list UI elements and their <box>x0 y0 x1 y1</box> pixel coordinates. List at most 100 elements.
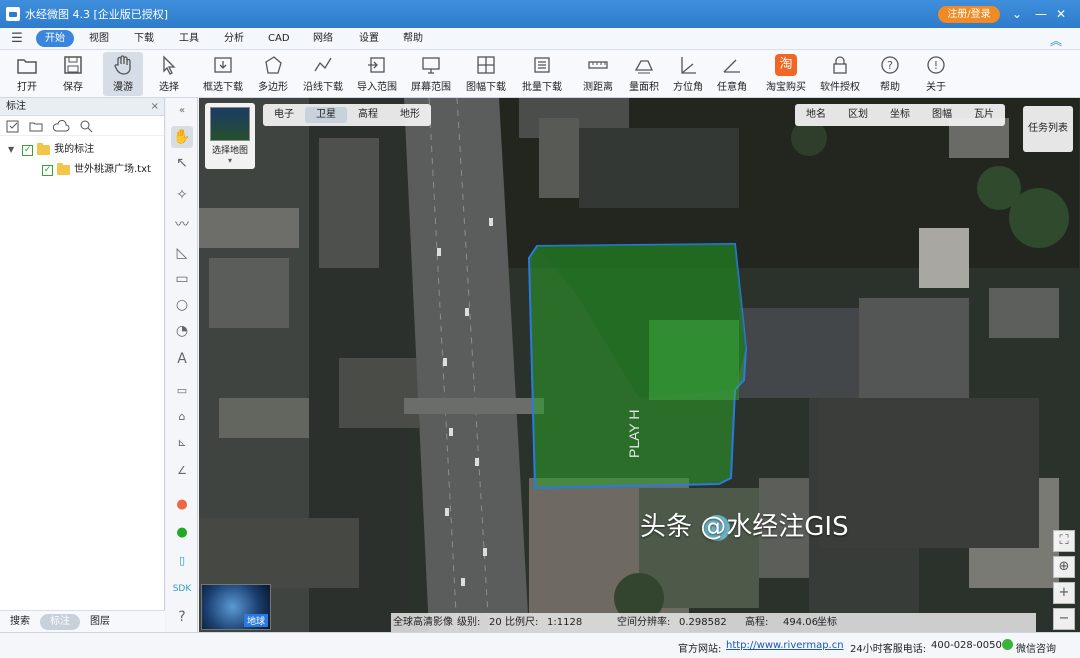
minimize-icon[interactable]: — <box>1032 5 1050 23</box>
point-marker-icon[interactable]: ✧ <box>171 184 193 206</box>
help-circle-icon[interactable]: ? <box>171 606 193 628</box>
new-annotation-icon[interactable] <box>6 119 20 133</box>
locate-icon[interactable]: ⊕ <box>1053 556 1075 578</box>
title-bar: 水经微图 4.3 [企业版已授权] 注册/登录 ⌄ — ✕ <box>0 0 1080 28</box>
task-list-button[interactable]: 任务列表 <box>1023 106 1073 152</box>
overlay-tab-sheet[interactable]: 图幅 <box>921 107 963 123</box>
sdk-icon[interactable]: SDK <box>171 578 193 600</box>
license-button[interactable]: 软件授权 <box>818 52 862 96</box>
sector-tool-icon[interactable]: ◔ <box>171 320 193 342</box>
about-button[interactable]: ! 关于 <box>920 52 952 96</box>
layer-tab-electronic[interactable]: 电子 <box>263 107 305 123</box>
menu-start[interactable]: 开始 <box>36 30 74 47</box>
menu-view[interactable]: 视图 <box>80 30 118 47</box>
globe-minimap[interactable]: 地球 <box>201 584 271 630</box>
close-icon[interactable]: ✕ <box>1052 5 1070 23</box>
ruler-tool-icon[interactable]: ▭ <box>171 380 193 402</box>
any-angle-button[interactable]: 任意角 <box>714 52 750 96</box>
line-tool-icon[interactable]: 〰 <box>171 214 193 236</box>
box-download-button[interactable]: 框选下载 <box>200 52 246 96</box>
tab-layers[interactable]: 图层 <box>80 614 120 630</box>
pointer-tool-icon[interactable]: ↖ <box>171 152 193 174</box>
close-panel-icon[interactable]: × <box>151 98 159 116</box>
menu-cad[interactable]: CAD <box>259 30 299 47</box>
hand-tool-icon[interactable]: ✋ <box>171 126 193 148</box>
window-title: 水经微图 4.3 [企业版已授权] <box>25 8 169 21</box>
website-link[interactable]: http://www.rivermap.cn <box>726 640 844 651</box>
screen-range-button[interactable]: 屏幕范围 <box>410 52 452 96</box>
tab-annotation[interactable]: 标注 <box>40 613 80 630</box>
hotline-label: 24小时客服电话: <box>850 644 927 655</box>
file-checkbox[interactable]: ✓ <box>42 164 53 176</box>
batch-download-button[interactable]: 批量下载 <box>520 52 564 96</box>
tree-node-file[interactable]: ✓ 世外桃源广场.txt <box>0 160 164 180</box>
measure-distance-button[interactable]: 测距离 <box>580 52 616 96</box>
open-button[interactable]: 打开 <box>8 52 46 96</box>
azimuth-button[interactable]: 方位角 <box>670 52 706 96</box>
menu-download[interactable]: 下载 <box>125 30 163 47</box>
overlay-tab-tile[interactable]: 瓦片 <box>963 107 1005 123</box>
circle-tool-icon[interactable]: ○ <box>171 294 193 316</box>
text-tool-icon[interactable]: A <box>171 348 193 370</box>
area-tool-icon[interactable]: ◺ <box>171 242 193 264</box>
save-icon <box>62 54 84 76</box>
polyline-icon <box>312 54 334 76</box>
menu-settings[interactable]: 设置 <box>350 30 388 47</box>
elevation-value: 494.06 <box>783 617 818 628</box>
polygon-button[interactable]: 多边形 <box>255 52 291 96</box>
measure-area-button[interactable]: 量面积 <box>626 52 662 96</box>
layer-tab-terrain[interactable]: 地形 <box>389 107 431 123</box>
sheet-download-button[interactable]: 图幅下载 <box>464 52 508 96</box>
layer-tab-elevation[interactable]: 高程 <box>347 107 389 123</box>
box-download-icon <box>212 54 234 76</box>
line-download-button[interactable]: 沿线下载 <box>302 52 344 96</box>
taobao-buy-button[interactable]: 淘 淘宝购买 <box>764 52 808 96</box>
root-checkbox[interactable]: ✓ <box>22 144 34 156</box>
rectangle-tool-icon[interactable]: ▭ <box>171 268 193 290</box>
fullscreen-icon[interactable]: ⛶ <box>1053 530 1075 552</box>
menu-help[interactable]: 帮助 <box>394 30 432 47</box>
select-button[interactable]: 选择 <box>150 52 188 96</box>
folder-icon <box>37 143 51 155</box>
open-folder-icon[interactable] <box>29 119 43 133</box>
device-icon[interactable]: ▯ <box>171 550 193 572</box>
svg-text:?: ? <box>887 59 893 72</box>
menu-network[interactable]: 网络 <box>304 30 342 47</box>
cloud-icon[interactable] <box>52 119 70 133</box>
menu-analysis[interactable]: 分析 <box>215 30 253 47</box>
help-button[interactable]: ? 帮助 <box>874 52 906 96</box>
select-map-button[interactable]: 选择地图 ▾ <box>205 103 255 169</box>
overlay-tab-placename[interactable]: 地名 <box>795 107 837 123</box>
link-icon[interactable]: ● <box>171 522 193 544</box>
tree-node-root[interactable]: ▼ ✓ 我的标注 <box>0 140 164 160</box>
settings-arrow-icon[interactable]: ⌄ <box>1008 5 1026 23</box>
map-thumbnail-icon <box>210 107 250 141</box>
map-view[interactable]: PLAY H 选择地图 ▾ 电子 卫星 高程 地形 地名 区划 坐标 图幅 瓦片… <box>199 98 1080 632</box>
save-button[interactable]: 保存 <box>54 52 92 96</box>
area-measure-tool-icon[interactable]: ⌂ <box>171 406 193 428</box>
azimuth-tool-icon[interactable]: ⊾ <box>171 432 193 454</box>
colorful-icon[interactable]: ● <box>171 494 193 516</box>
file-folder-icon <box>57 163 70 175</box>
import-range-button[interactable]: 导入范围 <box>356 52 398 96</box>
angle-tool-icon[interactable]: ∠ <box>171 460 193 482</box>
zoom-out-button[interactable]: − <box>1053 608 1075 630</box>
overlay-tab-coordinate[interactable]: 坐标 <box>879 107 921 123</box>
collapse-left-icon[interactable]: « <box>171 100 193 122</box>
wechat-label[interactable]: 微信咨询 <box>1016 640 1056 655</box>
pan-button[interactable]: 漫游 <box>103 52 143 96</box>
search-icon[interactable] <box>79 119 93 133</box>
tab-search[interactable]: 搜索 <box>0 614 40 630</box>
login-button[interactable]: 注册/登录 <box>938 6 1000 23</box>
layer-tab-satellite[interactable]: 卫星 <box>305 107 347 123</box>
overlay-tab-district[interactable]: 区划 <box>837 107 879 123</box>
collapse-ribbon-icon[interactable]: ︽ <box>1050 32 1062 49</box>
expand-arrow-icon[interactable]: ▼ <box>8 140 14 160</box>
hamburger-icon[interactable]: ☰ <box>6 31 28 46</box>
zoom-in-button[interactable]: + <box>1053 582 1075 604</box>
menu-tools[interactable]: 工具 <box>170 30 208 47</box>
select-map-arrow-icon: ▾ <box>227 156 232 165</box>
elevation-label: 高程: <box>745 617 769 628</box>
hotline-value: 400-028-0050 <box>931 640 1002 651</box>
annotation-panel: 标注 × ▼ ✓ 我的标注 ✓ 世外桃源广场.txt 搜索 标注 图层 <box>0 98 165 632</box>
